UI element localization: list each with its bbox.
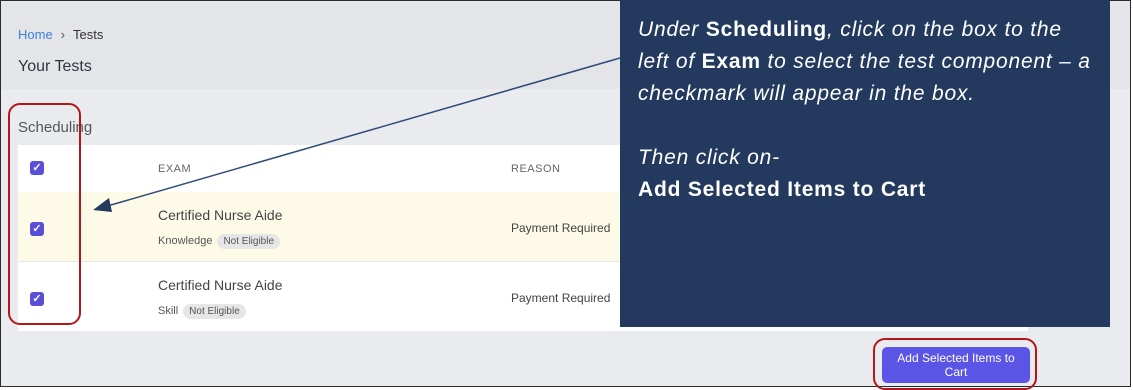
chevron-right-icon: ›	[60, 27, 66, 42]
callout-paragraph-1: Under Scheduling, click on the box to th…	[638, 14, 1092, 110]
breadcrumb: Home › Tests	[18, 27, 103, 42]
callout-text: Under	[638, 18, 706, 41]
callout-bold-add-to-cart: Add Selected Items to Cart	[638, 178, 927, 201]
breadcrumb-current: Tests	[73, 27, 104, 42]
breadcrumb-home-link[interactable]: Home	[18, 27, 53, 42]
callout-bold-scheduling: Scheduling	[705, 18, 828, 41]
page-title: Your Tests	[18, 58, 92, 75]
column-header-reason: REASON	[511, 163, 561, 175]
column-header-exam: EXAM	[158, 163, 192, 175]
exam-component: Knowledge Not Eligible	[158, 234, 281, 249]
highlight-bracket-checkboxes	[8, 103, 81, 325]
status-badge: Not Eligible	[217, 234, 281, 249]
callout-spacer	[638, 110, 1092, 142]
reason-text: Payment Required	[511, 221, 611, 235]
component-label: Knowledge	[158, 235, 213, 247]
instruction-callout: Under Scheduling, click on the box to th…	[620, 0, 1110, 327]
status-badge: Not Eligible	[183, 304, 246, 319]
callout-bold-exam: Exam	[701, 50, 761, 73]
exam-component: Skill Not Eligible	[158, 304, 246, 319]
highlight-bracket-cart-button	[873, 338, 1037, 390]
component-label: Skill	[158, 305, 179, 317]
exam-name: Certified Nurse Aide	[158, 277, 283, 293]
exam-name: Certified Nurse Aide	[158, 207, 283, 223]
reason-text: Payment Required	[511, 291, 611, 305]
callout-paragraph-2: Then click on-	[638, 146, 780, 169]
